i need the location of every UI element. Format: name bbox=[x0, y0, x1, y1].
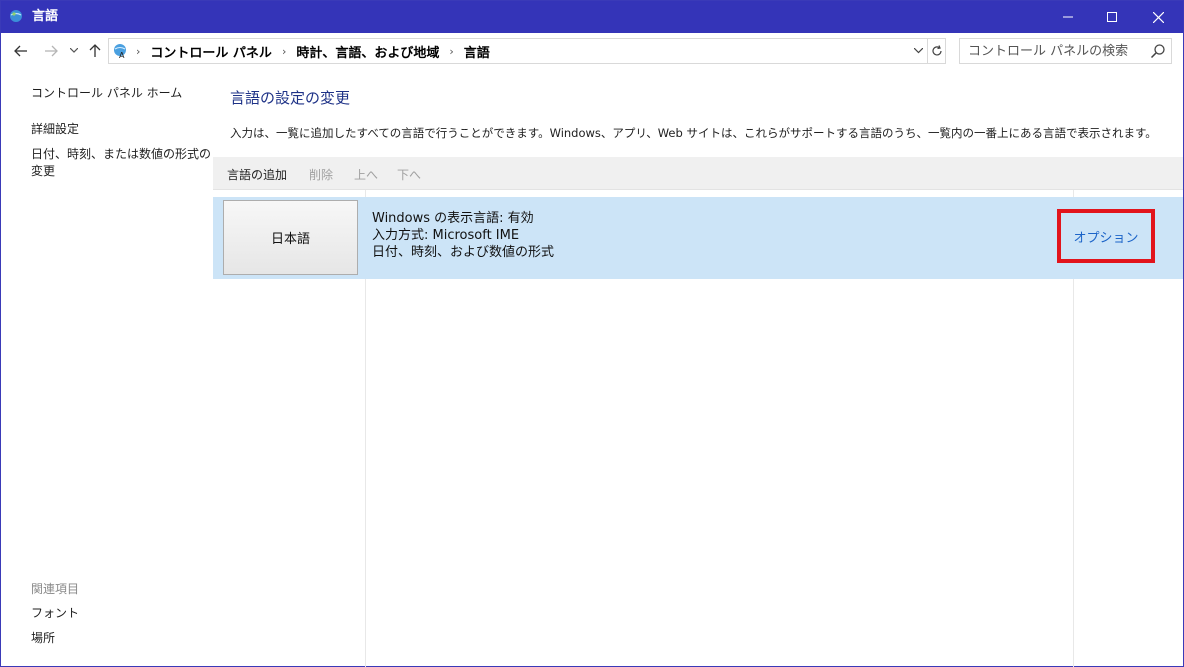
display-language-status: Windows の表示言語: 有効 bbox=[372, 211, 534, 226]
advanced-settings-link[interactable]: 詳細設定 bbox=[31, 121, 211, 138]
breadcrumb-item-control-panel[interactable]: コントロール パネル bbox=[146, 42, 276, 61]
page-description: 入力は、一覧に追加したすべての言語で行うことができます。Windows、アプリ、… bbox=[230, 126, 1157, 140]
main-content: 言語の設定の変更 入力は、一覧に追加したすべての言語で行うことができます。Win… bbox=[213, 69, 1183, 667]
arrow-right-icon bbox=[45, 45, 58, 57]
refresh-icon bbox=[932, 45, 942, 56]
title-bar: 言語 bbox=[1, 1, 1183, 33]
maximize-button[interactable] bbox=[1089, 1, 1135, 33]
close-icon bbox=[1152, 11, 1164, 23]
search-input[interactable] bbox=[960, 39, 1145, 63]
related-items-heading: 関連項目 bbox=[31, 582, 80, 596]
back-button[interactable] bbox=[11, 39, 31, 63]
input-method-status: 入力方式: Microsoft IME bbox=[372, 228, 520, 243]
maximize-icon bbox=[1107, 12, 1117, 22]
control-panel-window: 言語 A › コントロール パネル › 時計、言語、および地域 › 言語 コント… bbox=[0, 0, 1184, 667]
chevron-down-icon bbox=[913, 48, 923, 54]
move-up-button[interactable]: 上へ bbox=[354, 166, 378, 183]
address-dropdown-button[interactable] bbox=[909, 39, 927, 63]
language-row-japanese[interactable]: 日本語 Windows の表示言語: 有効 入力方式: Microsoft IM… bbox=[213, 197, 1183, 279]
search-box[interactable] bbox=[959, 38, 1172, 64]
language-tile[interactable]: 日本語 bbox=[223, 200, 358, 275]
refresh-button[interactable] bbox=[927, 39, 946, 63]
arrow-up-icon bbox=[89, 44, 101, 57]
breadcrumb-separator-icon: › bbox=[136, 44, 141, 58]
window-title: 言語 bbox=[32, 9, 59, 24]
chevron-down-icon bbox=[70, 48, 78, 53]
left-navigation-pane: コントロール パネル ホーム 詳細設定 日付、時刻、または数値の形式の変更 関連… bbox=[1, 69, 213, 667]
language-globe-icon bbox=[10, 10, 22, 22]
control-panel-home-link[interactable]: コントロール パネル ホーム bbox=[31, 85, 211, 102]
format-status: 日付、時刻、および数値の形式 bbox=[372, 245, 555, 260]
recent-locations-button[interactable] bbox=[67, 39, 81, 63]
minimize-button[interactable] bbox=[1045, 1, 1091, 33]
search-icon[interactable] bbox=[1150, 43, 1166, 59]
language-details: Windows の表示言語: 有効 入力方式: Microsoft IME 日付… bbox=[372, 210, 554, 261]
remove-language-button[interactable]: 削除 bbox=[309, 166, 333, 183]
move-down-button[interactable]: 下へ bbox=[397, 166, 421, 183]
breadcrumb-separator-icon: › bbox=[281, 44, 287, 58]
svg-text:A: A bbox=[119, 51, 125, 60]
fonts-link[interactable]: フォント bbox=[31, 605, 211, 622]
date-time-format-link[interactable]: 日付、時刻、または数値の形式の変更 bbox=[31, 146, 211, 180]
options-link[interactable]: オプション bbox=[1065, 217, 1147, 255]
forward-button[interactable] bbox=[41, 39, 61, 63]
minimize-icon bbox=[1063, 16, 1073, 18]
navigation-bar: A › コントロール パネル › 時計、言語、および地域 › 言語 bbox=[1, 33, 1183, 69]
breadcrumb-separator-icon: › bbox=[449, 44, 454, 58]
location-link[interactable]: 場所 bbox=[31, 630, 211, 647]
language-list: 日本語 Windows の表示言語: 有効 入力方式: Microsoft IM… bbox=[213, 190, 1183, 667]
up-button[interactable] bbox=[85, 39, 105, 63]
breadcrumb: A › コントロール パネル › 時計、言語、および地域 › 言語 bbox=[109, 39, 494, 63]
page-title: 言語の設定の変更 bbox=[230, 89, 351, 107]
arrow-left-icon bbox=[14, 45, 27, 57]
language-toolbar: 言語の追加 削除 上へ 下へ bbox=[213, 157, 1183, 190]
breadcrumb-item-clock-language-region[interactable]: 時計、言語、および地域 bbox=[292, 42, 443, 61]
add-language-button[interactable]: 言語の追加 bbox=[227, 166, 287, 183]
address-bar[interactable]: A › コントロール パネル › 時計、言語、および地域 › 言語 bbox=[108, 38, 946, 64]
close-button[interactable] bbox=[1135, 1, 1181, 33]
breadcrumb-item-language[interactable]: 言語 bbox=[460, 42, 494, 61]
language-location-icon: A bbox=[114, 44, 126, 60]
